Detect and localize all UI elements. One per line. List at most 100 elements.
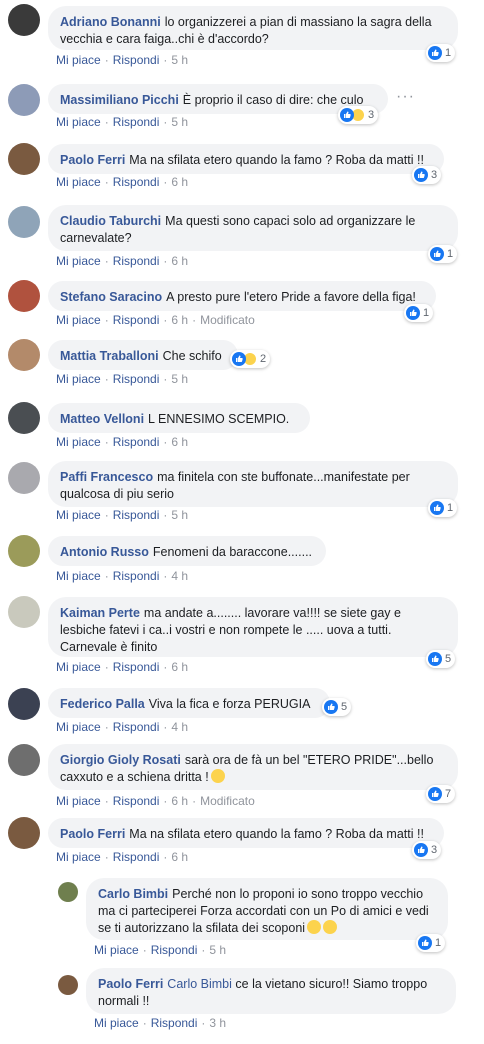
timestamp[interactable]: 5 h [171, 115, 188, 129]
timestamp[interactable]: 3 h [209, 1016, 226, 1030]
reaction-count[interactable]: 7 [426, 785, 456, 803]
comment-actions: Mi piace · Rispondi · 6 h · Modificato [56, 313, 255, 327]
reaction-count[interactable]: 5 [426, 650, 456, 668]
like-link[interactable]: Mi piace [56, 313, 101, 327]
comment-author[interactable]: Kaiman Perte [60, 606, 140, 620]
avatar[interactable] [8, 84, 40, 116]
like-link[interactable]: Mi piace [56, 508, 101, 522]
reply-link[interactable]: Rispondi [113, 850, 160, 864]
reply-link[interactable]: Rispondi [113, 254, 160, 268]
reply-link[interactable]: Rispondi [113, 720, 160, 734]
reaction-count[interactable]: 5 [322, 698, 352, 716]
avatar[interactable] [8, 688, 40, 720]
reply-link[interactable]: Rispondi [113, 313, 160, 327]
timestamp[interactable]: 6 h [171, 313, 188, 327]
like-link[interactable]: Mi piace [56, 435, 101, 449]
avatar[interactable] [58, 882, 78, 902]
like-link[interactable]: Mi piace [56, 794, 101, 808]
like-link[interactable]: Mi piace [56, 254, 101, 268]
modified-label: Modificato [200, 794, 255, 808]
reply-link[interactable]: Rispondi [113, 660, 160, 674]
like-link[interactable]: Mi piace [94, 1016, 139, 1030]
timestamp[interactable]: 5 h [209, 943, 226, 957]
reply-link[interactable]: Rispondi [113, 508, 160, 522]
reply-link[interactable]: Rispondi [113, 115, 160, 129]
comment-text: Ma na sfilata etero quando la famo ? Rob… [129, 153, 424, 167]
reaction-count[interactable]: 3 [412, 841, 442, 859]
timestamp[interactable]: 5 h [171, 508, 188, 522]
reply-link[interactable]: Rispondi [113, 175, 160, 189]
timestamp[interactable]: 6 h [171, 175, 188, 189]
comment-author[interactable]: Adriano Bonanni [60, 15, 161, 29]
timestamp[interactable]: 6 h [171, 254, 188, 268]
reply-link[interactable]: Rispondi [113, 569, 160, 583]
comment-author[interactable]: Stefano Saracino [60, 290, 162, 304]
reaction-count[interactable]: 1 [428, 245, 458, 263]
comment-actions: Mi piace · Rispondi · 3 h [94, 1016, 227, 1030]
like-link[interactable]: Mi piace [56, 850, 101, 864]
comment-author[interactable]: Mattia Traballoni [60, 349, 159, 363]
timestamp[interactable]: 5 h [171, 53, 188, 67]
like-link[interactable]: Mi piace [56, 53, 101, 67]
like-link[interactable]: Mi piace [56, 372, 101, 386]
avatar[interactable] [8, 4, 40, 36]
reply-link[interactable]: Rispondi [113, 372, 160, 386]
comment-text: L ENNESIMO SCEMPIO. [148, 412, 290, 426]
like-link[interactable]: Mi piace [94, 943, 139, 957]
like-link[interactable]: Mi piace [56, 115, 101, 129]
like-link[interactable]: Mi piace [56, 720, 101, 734]
timestamp[interactable]: 6 h [171, 794, 188, 808]
comment-author[interactable]: Carlo Bimbi [98, 887, 168, 901]
comment-author[interactable]: Paolo Ferri [98, 977, 163, 991]
comment-actions: Mi piace · Rispondi · 6 h [56, 850, 189, 864]
timestamp[interactable]: 6 h [171, 435, 188, 449]
modified-label: Modificato [200, 313, 255, 327]
reply-link[interactable]: Rispondi [151, 1016, 198, 1030]
avatar[interactable] [8, 744, 40, 776]
like-link[interactable]: Mi piace [56, 175, 101, 189]
timestamp[interactable]: 4 h [171, 569, 188, 583]
timestamp[interactable]: 6 h [171, 850, 188, 864]
comment-author[interactable]: Giorgio Gioly Rosati [60, 753, 181, 767]
timestamp[interactable]: 6 h [171, 660, 188, 674]
avatar[interactable] [8, 402, 40, 434]
reaction-count[interactable]: 1 [426, 44, 456, 62]
avatar[interactable] [8, 206, 40, 238]
reaction-count[interactable]: 1 [416, 934, 446, 952]
comment-author[interactable]: Antonio Russo [60, 545, 149, 559]
comment-author[interactable]: Federico Palla [60, 697, 145, 711]
comment-author[interactable]: Claudio Taburchi [60, 214, 161, 228]
avatar[interactable] [8, 339, 40, 371]
avatar[interactable] [8, 462, 40, 494]
reply-link[interactable]: Rispondi [113, 794, 160, 808]
comment-author[interactable]: Massimiliano Picchi [60, 93, 179, 107]
avatar[interactable] [8, 535, 40, 567]
reply-link[interactable]: Rispondi [113, 53, 160, 67]
avatar[interactable] [8, 817, 40, 849]
reaction-count[interactable]: 3 [412, 166, 442, 184]
reaction-number: 5 [341, 701, 348, 713]
timestamp[interactable]: 5 h [171, 372, 188, 386]
reply-link[interactable]: Rispondi [113, 435, 160, 449]
comment-bubble: Stefano Saracino A presto pure l'etero Pr… [48, 281, 436, 311]
reaction-count[interactable]: 2 [230, 350, 271, 368]
comment-author[interactable]: Paffi Francesco [60, 470, 153, 484]
comment-text: Ma na sfilata etero quando la famo ? Rob… [129, 827, 424, 841]
comment-author[interactable]: Paolo Ferri [60, 153, 125, 167]
avatar[interactable] [8, 280, 40, 312]
avatar[interactable] [8, 596, 40, 628]
comment-author[interactable]: Paolo Ferri [60, 827, 125, 841]
avatar[interactable] [8, 143, 40, 175]
reaction-count[interactable]: 1 [404, 304, 434, 322]
mention-link[interactable]: Carlo Bimbi [167, 977, 232, 991]
comment-author[interactable]: Matteo Velloni [60, 412, 144, 426]
like-link[interactable]: Mi piace [56, 660, 101, 674]
timestamp[interactable]: 4 h [171, 720, 188, 734]
reaction-count[interactable]: 1 [428, 499, 458, 517]
reaction-count[interactable]: 3 [338, 106, 379, 124]
like-link[interactable]: Mi piace [56, 569, 101, 583]
avatar[interactable] [58, 975, 78, 995]
reply-link[interactable]: Rispondi [151, 943, 198, 957]
comment-bubble: Kaiman Perte ma andate a........ lavorare… [48, 597, 458, 657]
more-options-icon[interactable]: ··· [396, 88, 415, 106]
